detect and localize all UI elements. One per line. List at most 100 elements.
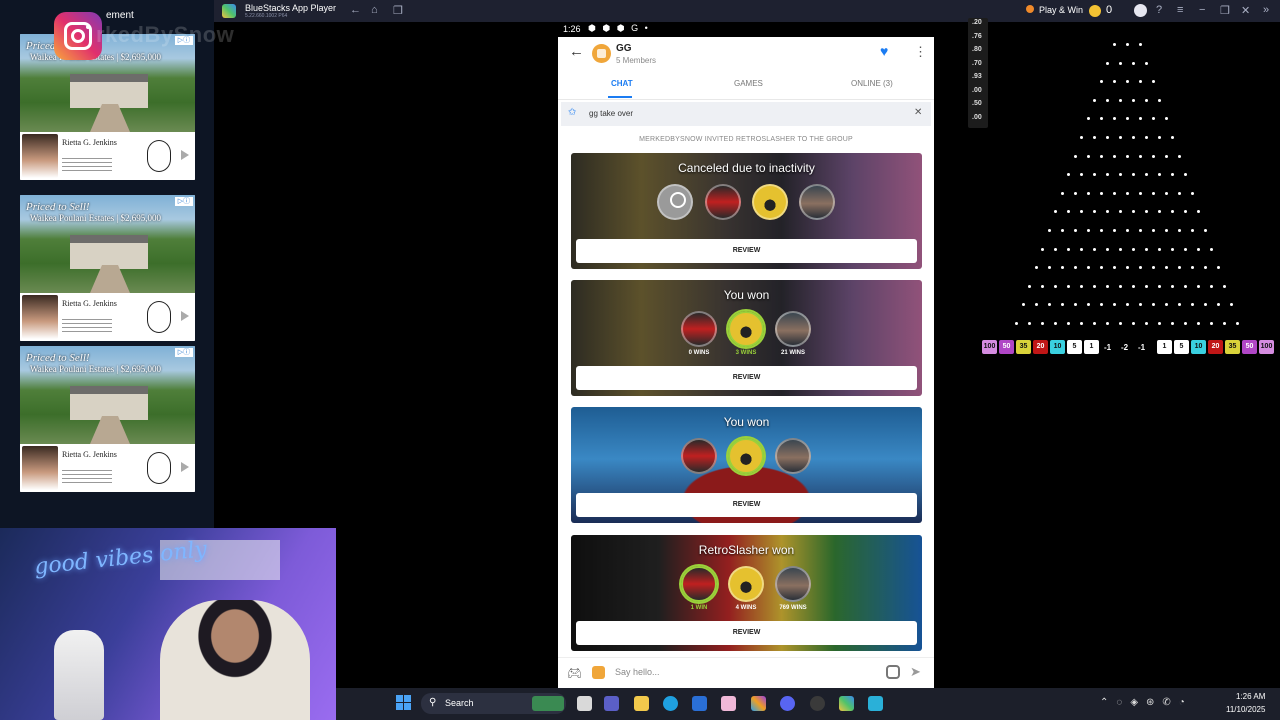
sticker-icon[interactable] bbox=[886, 665, 900, 679]
plinko-slot-negative: -2 bbox=[1121, 343, 1129, 352]
emoji-icon[interactable] bbox=[592, 666, 605, 679]
plinko-peg bbox=[1119, 284, 1122, 288]
gamepad-icon[interactable]: 🎮︎ bbox=[567, 666, 582, 680]
teams-icon[interactable] bbox=[604, 696, 619, 711]
plinko-peg bbox=[1047, 266, 1051, 270]
back-icon[interactable]: ← bbox=[350, 4, 361, 16]
plinko-peg bbox=[1197, 284, 1200, 288]
plinko-slot: 1 bbox=[1084, 340, 1099, 354]
ad-banner-2[interactable]: Priced to Sell! Waikea Poulani Estates |… bbox=[20, 195, 195, 341]
plinko-peg bbox=[1093, 284, 1096, 288]
review-button[interactable]: REVIEW bbox=[576, 493, 917, 517]
minimize-icon[interactable]: − bbox=[1199, 4, 1205, 16]
copilot-icon[interactable] bbox=[751, 696, 766, 711]
plinko-peg bbox=[1119, 98, 1122, 102]
clock-time[interactable]: 1:26 AM bbox=[1236, 692, 1265, 701]
ad-banner-1[interactable]: Priced to Sell! Waikea Poulani Estates |… bbox=[20, 34, 195, 180]
store-icon[interactable] bbox=[692, 696, 707, 711]
discord-icon[interactable] bbox=[780, 696, 795, 711]
send-icon[interactable]: ➤ bbox=[910, 664, 921, 680]
tab-online[interactable]: ONLINE (3) bbox=[851, 79, 893, 88]
plinko-peg bbox=[1047, 229, 1051, 232]
sidebar-toggle-icon[interactable]: » bbox=[1263, 4, 1269, 16]
arrow-right-icon[interactable] bbox=[181, 462, 189, 472]
tab-chat[interactable]: CHAT bbox=[611, 79, 633, 88]
group-members-count[interactable]: 5 Members bbox=[616, 56, 656, 65]
plinko-peg bbox=[1060, 229, 1064, 232]
clock-date[interactable]: 11/10/2025 bbox=[1226, 705, 1265, 714]
pinned-message-text[interactable]: gg take over bbox=[589, 109, 633, 118]
play-win-button[interactable]: Play & Win bbox=[1039, 5, 1083, 15]
adchoices-icon[interactable]: ▷ⓘ bbox=[175, 197, 193, 206]
windows-start-icon[interactable] bbox=[396, 695, 412, 711]
more-options-icon[interactable]: ⋮ bbox=[914, 44, 927, 60]
plinko-peg bbox=[1138, 229, 1142, 232]
divider bbox=[558, 99, 934, 100]
plinko-peg bbox=[1125, 43, 1129, 46]
player-avatar bbox=[728, 438, 764, 474]
plinko-peg bbox=[1112, 191, 1116, 195]
plinko-slot: 5 bbox=[1174, 340, 1189, 354]
plinko-peg bbox=[1138, 154, 1142, 158]
obs-icon[interactable] bbox=[810, 696, 825, 711]
player-avatar bbox=[728, 566, 764, 602]
edge-icon[interactable] bbox=[663, 696, 678, 711]
group-avatar[interactable] bbox=[592, 44, 611, 63]
plinko-peg bbox=[1210, 247, 1213, 251]
user-avatar[interactable] bbox=[1134, 4, 1147, 17]
bluestacks-taskbar-icon[interactable] bbox=[839, 696, 854, 711]
plinko-slot: 10 bbox=[1050, 340, 1065, 354]
player-avatar bbox=[681, 311, 717, 347]
arrow-right-icon[interactable] bbox=[181, 311, 189, 321]
plinko-peg bbox=[1086, 154, 1090, 158]
home-icon[interactable]: ⌂ bbox=[371, 4, 378, 16]
game-result-card[interactable]: RetroSlasher won 1 WIN 4 WINS 769 WINS R… bbox=[571, 535, 922, 651]
recent-apps-icon[interactable]: ❐ bbox=[393, 4, 403, 17]
plinko-peg bbox=[1106, 247, 1109, 251]
heart-icon[interactable]: ♥ bbox=[880, 43, 888, 59]
message-input[interactable]: Say hello... bbox=[615, 667, 660, 677]
game-result-card[interactable]: You won 0 WINS 3 WINS 21 WINS REVIEW bbox=[571, 280, 922, 396]
restore-icon[interactable]: ❐ bbox=[1220, 4, 1230, 17]
tab-games[interactable]: GAMES bbox=[734, 79, 763, 88]
notepad-icon[interactable] bbox=[868, 696, 883, 711]
file-explorer-icon[interactable] bbox=[634, 696, 649, 711]
plinko-peg bbox=[1099, 191, 1103, 195]
system-tray-icons[interactable]: ⌃◌◈⊛✆◔ bbox=[1100, 697, 1193, 708]
arrow-right-icon[interactable] bbox=[181, 150, 189, 160]
review-button[interactable]: REVIEW bbox=[576, 239, 917, 263]
close-icon[interactable]: ✕ bbox=[914, 107, 922, 118]
plinko-peg bbox=[1210, 284, 1213, 288]
task-view-icon[interactable] bbox=[577, 696, 592, 711]
plinko-peg bbox=[1210, 322, 1213, 325]
menu-icon[interactable]: ≡ bbox=[1177, 4, 1183, 16]
ad-subline: Waikea Poulani Estates | $2,695,000 bbox=[30, 213, 162, 223]
plinko-peg bbox=[1164, 229, 1168, 232]
ad-subline: Waikea Poulani Estates | $2,695,000 bbox=[30, 364, 162, 374]
plinko-peg bbox=[1125, 154, 1129, 158]
plinko-peg bbox=[1223, 322, 1226, 325]
play-win-icon[interactable] bbox=[1026, 5, 1034, 13]
group-name[interactable]: GG bbox=[616, 43, 632, 54]
back-arrow-icon[interactable]: ← bbox=[569, 43, 584, 60]
game-result-card[interactable]: Canceled due to inactivity REVIEW bbox=[571, 153, 922, 269]
widget-icon[interactable] bbox=[532, 696, 564, 711]
app-icon[interactable] bbox=[721, 696, 736, 711]
plinko-slot: 100 bbox=[1259, 340, 1274, 354]
plinko-peg bbox=[1067, 247, 1070, 251]
game-result-card[interactable]: You won REVIEW bbox=[571, 407, 922, 523]
close-icon[interactable]: ✕ bbox=[1241, 4, 1250, 17]
status-time: 1:26 bbox=[563, 24, 581, 34]
plinko-peg bbox=[1041, 247, 1044, 251]
player-avatar bbox=[681, 438, 717, 474]
help-icon[interactable]: ? bbox=[1156, 4, 1162, 16]
microphone bbox=[54, 630, 104, 720]
plinko-peg bbox=[1177, 229, 1181, 232]
plinko-peg bbox=[1041, 322, 1044, 325]
agent-name: Rietta G. Jenkins bbox=[62, 138, 117, 147]
ad-banner-3[interactable]: Priced to Sell! Waikea Poulani Estates |… bbox=[20, 346, 195, 492]
adchoices-icon[interactable]: ▷ⓘ bbox=[175, 348, 193, 357]
review-button[interactable]: REVIEW bbox=[576, 366, 917, 390]
plinko-peg bbox=[1132, 98, 1135, 102]
review-button[interactable]: REVIEW bbox=[576, 621, 917, 645]
